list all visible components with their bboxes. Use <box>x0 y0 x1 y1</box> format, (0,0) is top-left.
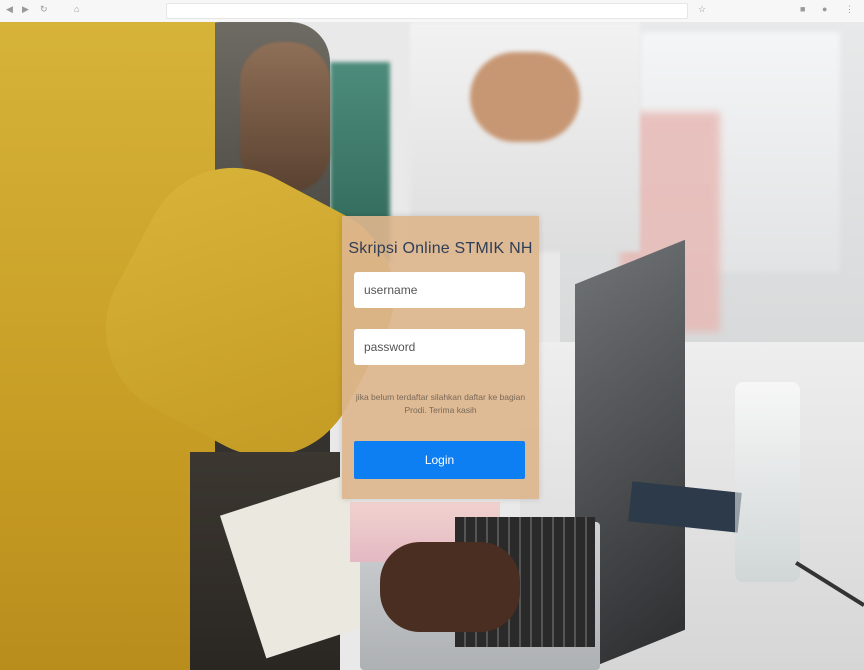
browser-toolbar: ◀ ▶ ↻ ⌂ ☆ ■ ● ⋮ <box>0 0 864 23</box>
reload-icon[interactable]: ↻ <box>40 4 48 14</box>
star-icon[interactable]: ☆ <box>698 4 706 14</box>
address-bar[interactable] <box>166 3 688 19</box>
water-glass <box>735 382 800 582</box>
typing-hand <box>380 542 520 632</box>
forward-icon[interactable]: ▶ <box>22 4 29 14</box>
back-icon[interactable]: ◀ <box>6 4 13 14</box>
login-card: Skripsi Online STMIK NH jika belum terda… <box>342 216 539 499</box>
registration-info: jika belum terdaftar silahkan daftar ke … <box>355 392 526 415</box>
menu-icon[interactable]: ⋮ <box>845 4 854 14</box>
home-icon[interactable]: ⌂ <box>74 4 79 14</box>
login-button[interactable]: Login <box>354 441 525 479</box>
password-input[interactable] <box>354 329 525 365</box>
profile-icon[interactable]: ● <box>822 4 827 14</box>
username-input[interactable] <box>354 272 525 308</box>
person-hand <box>470 52 580 142</box>
login-title: Skripsi Online STMIK NH <box>348 240 533 257</box>
extension-icon[interactable]: ■ <box>800 4 805 14</box>
